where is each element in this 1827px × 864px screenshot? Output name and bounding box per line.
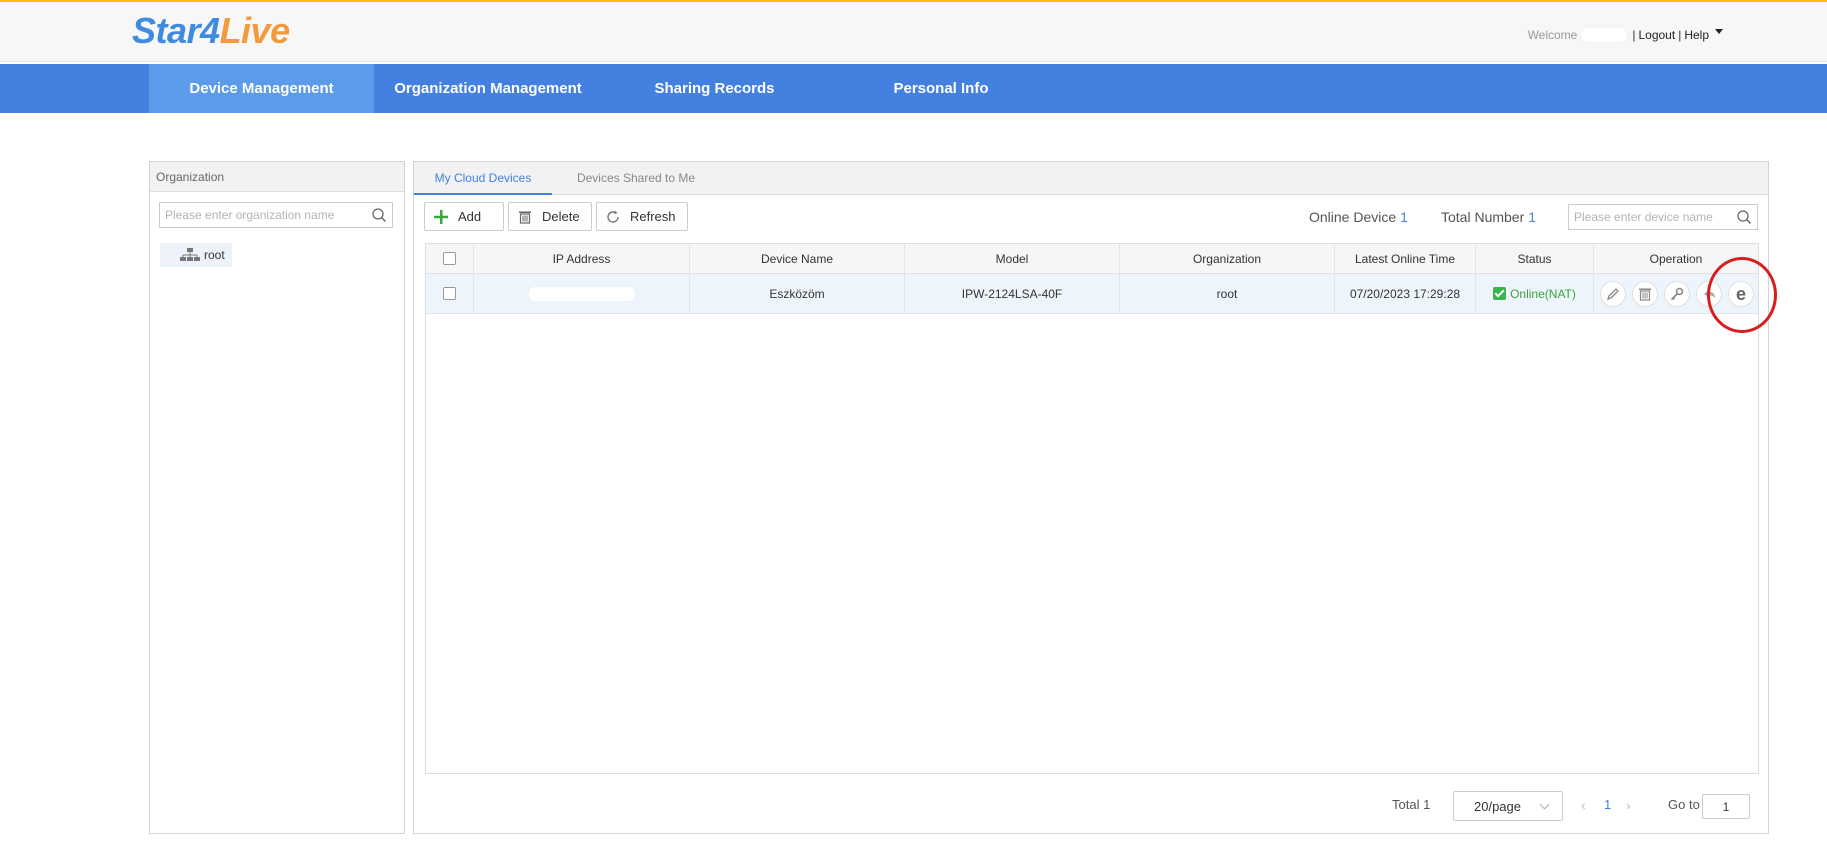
header-device-name[interactable]: Device Name [690, 244, 905, 273]
header-model[interactable]: Model [905, 244, 1120, 273]
trash-icon[interactable] [1632, 281, 1658, 307]
ip-address-cell [474, 274, 690, 313]
refresh-button[interactable]: Refresh [596, 202, 688, 231]
row-select-cell [426, 274, 474, 313]
organization-panel-title: Organization [150, 162, 404, 192]
total-number-stat: Total Number 1 [1441, 209, 1536, 225]
online-device-label: Online Device [1309, 209, 1397, 225]
highlight-circle-annotation [1707, 257, 1777, 333]
chevron-left-icon[interactable]: ‹ [1581, 797, 1586, 813]
pagination-total-value: 1 [1423, 797, 1431, 812]
nav-device-management[interactable]: Device Management [149, 64, 374, 113]
refresh-button-label: Refresh [630, 209, 676, 224]
refresh-icon [607, 210, 619, 223]
logo-part1: Star4 [132, 10, 220, 51]
header-organization[interactable]: Organization [1120, 244, 1335, 273]
trash-icon [519, 211, 531, 224]
tab-devices-shared-to-me[interactable]: Devices Shared to Me [552, 162, 720, 195]
device-tabs: My Cloud Devices Devices Shared to Me [414, 162, 1768, 195]
check-icon [1493, 287, 1507, 300]
organization-search-input[interactable] [160, 203, 366, 227]
add-button[interactable]: Add [424, 202, 504, 231]
status-badge: Online(NAT) [1493, 287, 1576, 301]
select-all-checkbox[interactable] [443, 252, 456, 265]
device-search-input[interactable] [1569, 205, 1731, 229]
divider: | [1632, 28, 1636, 42]
user-bar: Welcome | Logout | Help [1528, 28, 1723, 42]
welcome-text: Welcome [1527, 28, 1578, 42]
chevron-right-icon[interactable]: › [1626, 797, 1631, 813]
pagination-total-label: Total [1392, 797, 1420, 812]
username-redacted [1581, 28, 1628, 42]
header-status[interactable]: Status [1476, 244, 1594, 273]
status-text: Online(NAT) [1510, 286, 1576, 301]
header-latest-online-time[interactable]: Latest Online Time [1335, 244, 1476, 273]
devices-panel: My Cloud Devices Devices Shared to Me Ad… [413, 161, 1777, 834]
table-header: IP Address Device Name Model Organizatio… [426, 244, 1758, 274]
online-device-stat: Online Device 1 [1309, 209, 1408, 225]
status-cell: Online(NAT) [1476, 274, 1594, 313]
tree-node-root[interactable]: root [160, 243, 232, 267]
row-checkbox[interactable] [443, 287, 456, 300]
logo-part2: Live [219, 10, 291, 51]
total-number-label: Total Number [1441, 209, 1525, 225]
online-device-count: 1 [1400, 209, 1408, 225]
delete-button-label: Delete [542, 209, 580, 224]
search-icon[interactable] [1736, 209, 1752, 225]
header-ip-address[interactable]: IP Address [474, 244, 690, 273]
delete-button[interactable]: Delete [508, 202, 592, 231]
devices-table: IP Address Device Name Model Organizatio… [425, 243, 1759, 774]
organization-panel: Organization root [149, 161, 405, 834]
add-button-label: Add [458, 209, 482, 224]
model-cell: IPW-2124LSA-40F [905, 274, 1120, 313]
organization-search [159, 202, 393, 228]
device-name-cell: Eszközöm [690, 274, 905, 313]
brand-logo: Star4Live [132, 10, 290, 52]
tab-my-cloud-devices[interactable]: My Cloud Devices [414, 162, 552, 195]
goto-label: Go to [1668, 797, 1700, 812]
header-select-cell [426, 244, 474, 273]
help-link[interactable]: Help [1684, 28, 1709, 42]
plus-icon [434, 209, 448, 224]
header: Star4Live Welcome | Logout | Help [0, 2, 1827, 62]
nav-sharing-records[interactable]: Sharing Records [602, 64, 827, 113]
pagination-total: Total 1 [1392, 797, 1430, 812]
page-size-select[interactable]: 20/page [1453, 791, 1563, 821]
ip-address-redacted [528, 286, 635, 301]
tree-node-label: root [204, 248, 225, 262]
goto-page-input[interactable] [1702, 794, 1750, 819]
organization-cell: root [1120, 274, 1335, 313]
tree-org-icon [180, 248, 200, 261]
chevron-down-icon [1539, 799, 1550, 810]
page-size-value: 20/page [1474, 798, 1521, 814]
logout-link[interactable]: Logout [1638, 28, 1675, 42]
nav-personal-info[interactable]: Personal Info [827, 64, 1055, 113]
main-nav: Device Management Organization Managemen… [0, 64, 1827, 113]
current-page[interactable]: 1 [1604, 797, 1611, 812]
key-icon[interactable] [1664, 281, 1690, 307]
latest-online-cell: 07/20/2023 17:29:28 [1335, 274, 1476, 313]
total-number-count: 1 [1528, 209, 1537, 225]
chevron-down-icon[interactable] [1715, 28, 1723, 34]
search-icon[interactable] [371, 207, 387, 223]
edit-icon[interactable] [1600, 281, 1626, 307]
device-search [1568, 204, 1758, 230]
nav-organization-management[interactable]: Organization Management [374, 64, 602, 113]
divider: | [1678, 28, 1682, 42]
table-row[interactable]: Eszközöm IPW-2124LSA-40F root 07/20/2023… [426, 274, 1758, 314]
